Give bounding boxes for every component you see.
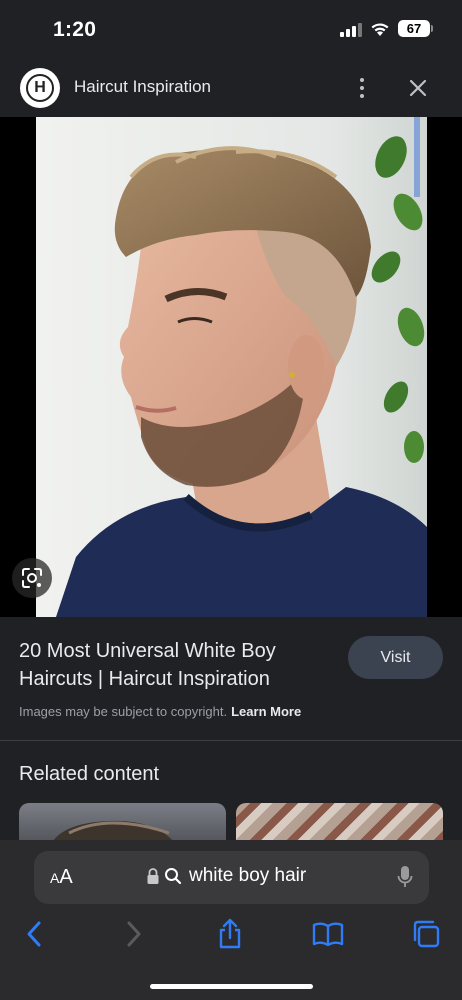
copyright-notice: Images may be subject to copyright. Learn…	[19, 704, 301, 719]
forward-icon	[127, 921, 141, 947]
back-button[interactable]	[18, 918, 50, 950]
text-size-button[interactable]: AA	[50, 866, 73, 889]
text-size-small: A	[50, 870, 60, 886]
address-center[interactable]: white boy hair	[146, 865, 306, 887]
divider	[0, 740, 462, 741]
close-icon[interactable]	[404, 74, 432, 102]
address-bar[interactable]: AA white boy hair	[34, 851, 429, 904]
share-icon	[219, 918, 241, 949]
lens-button[interactable]	[12, 558, 52, 598]
url-text: white boy hair	[189, 865, 307, 886]
battery-icon: 67	[398, 20, 433, 37]
learn-more-link[interactable]: Learn More	[231, 704, 301, 719]
forward-button[interactable]	[118, 918, 150, 950]
home-indicator[interactable]	[150, 984, 313, 989]
lens-icon	[22, 568, 42, 588]
back-icon	[27, 921, 41, 947]
more-icon[interactable]	[350, 74, 374, 102]
status-time: 1:20	[53, 18, 97, 41]
site-logo-letter: H	[26, 74, 54, 102]
tabs-button[interactable]	[410, 918, 442, 950]
status-icons: 67	[340, 20, 433, 37]
tabs-icon	[413, 920, 440, 948]
text-size-large: A	[59, 866, 73, 888]
copyright-text: Images may be subject to copyright.	[19, 704, 228, 719]
image-preview[interactable]	[0, 117, 462, 617]
result-title[interactable]: 20 Most Universal White Boy Haircuts | H…	[19, 637, 329, 693]
site-logo[interactable]: H	[20, 68, 60, 108]
signal-icon	[340, 21, 362, 37]
bookmarks-button[interactable]	[312, 918, 344, 950]
status-bar: 1:20 67	[0, 0, 462, 60]
result-header: H Haircut Inspiration	[0, 60, 462, 116]
search-icon	[165, 868, 182, 885]
wifi-icon	[371, 22, 389, 36]
related-heading: Related content	[19, 763, 160, 785]
visit-button[interactable]: Visit	[348, 636, 443, 679]
site-name[interactable]: Haircut Inspiration	[74, 77, 211, 97]
bookmarks-icon	[312, 922, 344, 947]
mic-icon[interactable]	[397, 865, 413, 889]
share-button[interactable]	[214, 918, 246, 950]
lock-icon	[147, 868, 159, 884]
haircut-photo	[36, 117, 427, 617]
